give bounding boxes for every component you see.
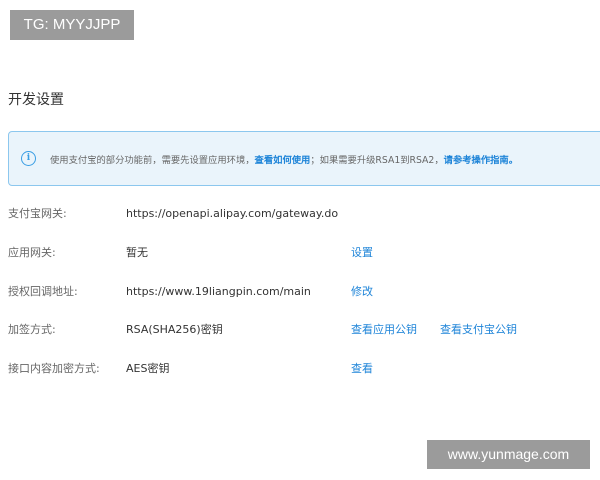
view-alipay-public-key-link[interactable]: 查看支付宝公钥 bbox=[440, 320, 517, 340]
page-title: 开发设置 bbox=[8, 92, 64, 108]
app-gateway-set-link[interactable]: 设置 bbox=[351, 243, 373, 263]
notice-text-part2: ；如果需要升级RSA1到RSA2， bbox=[310, 155, 444, 166]
setting-row-gateway: 支付宝网关: https://openapi.alipay.com/gatewa… bbox=[0, 204, 600, 224]
setting-row-encryption: 接口内容加密方式: AES密钥 查看 bbox=[0, 359, 600, 379]
encryption-value: AES密钥 bbox=[126, 362, 170, 375]
callback-url-value: https://www.19liangpin.com/main bbox=[126, 285, 311, 298]
app-gateway-label: 应用网关: bbox=[8, 246, 56, 259]
callback-url-edit-link[interactable]: 修改 bbox=[351, 282, 373, 302]
view-app-public-key-link[interactable]: 查看应用公钥 bbox=[351, 320, 417, 340]
setting-row-callback-url: 授权回调地址: https://www.19liangpin.com/main … bbox=[0, 282, 600, 302]
tg-watermark: TG: MYYJJPP bbox=[10, 10, 134, 40]
encryption-label: 接口内容加密方式: bbox=[8, 362, 100, 375]
notice-text-part1: 使用支付宝的部分功能前，需要先设置应用环境， bbox=[50, 155, 255, 166]
setting-row-sign-method: 加签方式: RSA(SHA256)密钥 查看应用公钥 查看支付宝公钥 bbox=[0, 320, 600, 340]
notice-text: 使用支付宝的部分功能前，需要先设置应用环境，查看如何使用；如果需要升级RSA1到… bbox=[50, 152, 518, 166]
sign-method-value: RSA(SHA256)密钥 bbox=[126, 323, 223, 336]
info-icon: i bbox=[21, 151, 36, 166]
callback-url-label: 授权回调地址: bbox=[8, 285, 78, 298]
sign-method-label: 加签方式: bbox=[8, 323, 56, 336]
app-gateway-value: 暂无 bbox=[126, 246, 148, 259]
setting-row-app-gateway: 应用网关: 暂无 设置 bbox=[0, 243, 600, 263]
yunmage-watermark: www.yunmage.com bbox=[427, 440, 590, 469]
encryption-view-link[interactable]: 查看 bbox=[351, 359, 373, 379]
guide-link[interactable]: 请参考操作指南。 bbox=[444, 155, 518, 166]
how-to-use-link[interactable]: 查看如何使用 bbox=[255, 155, 311, 166]
gateway-value: https://openapi.alipay.com/gateway.do bbox=[126, 207, 339, 220]
gateway-label: 支付宝网关: bbox=[8, 207, 67, 220]
notice-box: i 使用支付宝的部分功能前，需要先设置应用环境，查看如何使用；如果需要升级RSA… bbox=[8, 131, 600, 186]
